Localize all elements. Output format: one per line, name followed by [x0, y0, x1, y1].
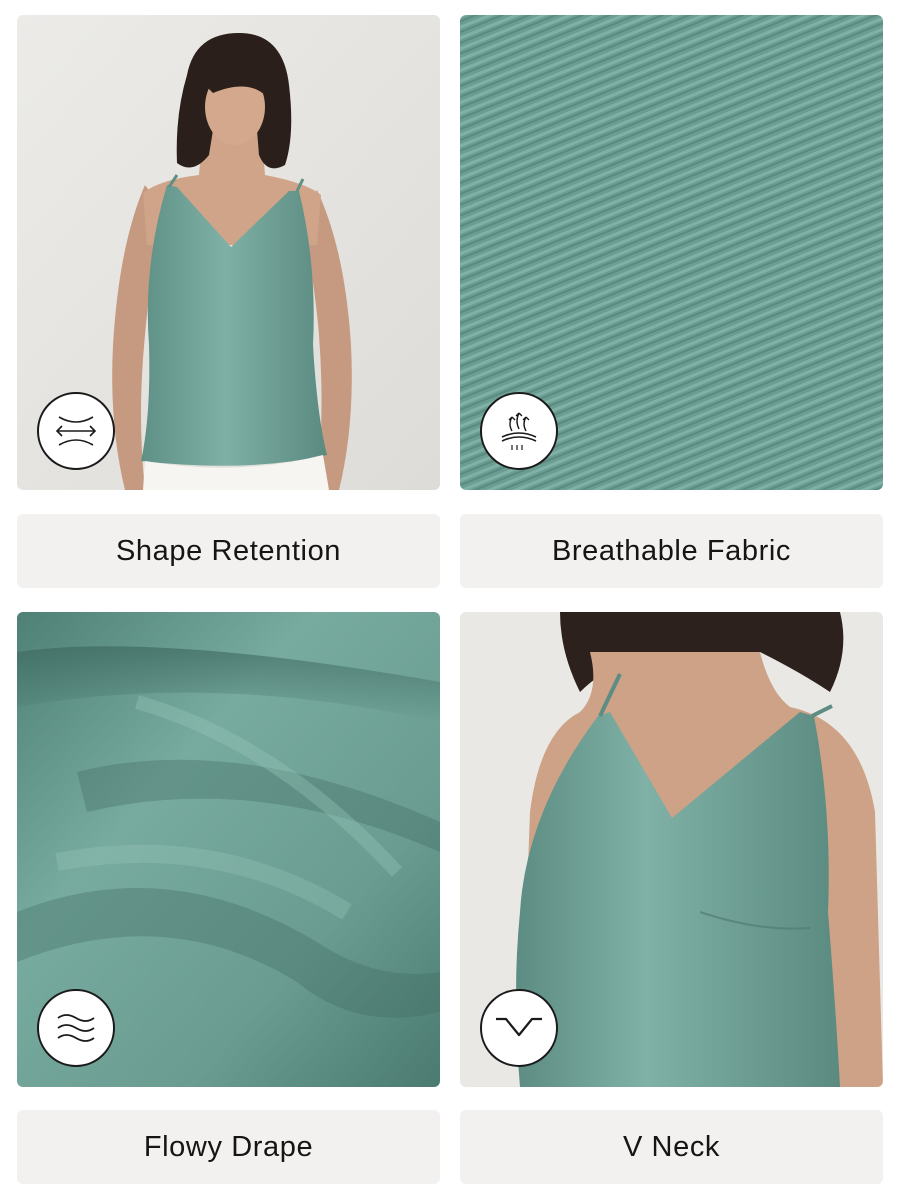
vneck-photo-tile	[460, 612, 883, 1087]
feature-label-flowy-drape: Flowy Drape	[17, 1110, 440, 1184]
badge-breathable	[480, 392, 558, 470]
feature-label-breathable-fabric: Breathable Fabric	[460, 514, 883, 588]
wave-lines-icon	[54, 1010, 98, 1046]
model-photo-tile	[17, 15, 440, 490]
v-neck-icon	[494, 1011, 544, 1045]
badge-stretch	[37, 392, 115, 470]
breathable-airflow-icon	[496, 409, 542, 453]
stretch-arrows-icon	[51, 411, 101, 451]
badge-drape	[37, 989, 115, 1067]
badge-vneck	[480, 989, 558, 1067]
feature-label-shape-retention: Shape Retention	[17, 514, 440, 588]
fabric-texture-tile	[460, 15, 883, 490]
feature-label-v-neck: V Neck	[460, 1110, 883, 1184]
drape-photo-tile	[17, 612, 440, 1087]
